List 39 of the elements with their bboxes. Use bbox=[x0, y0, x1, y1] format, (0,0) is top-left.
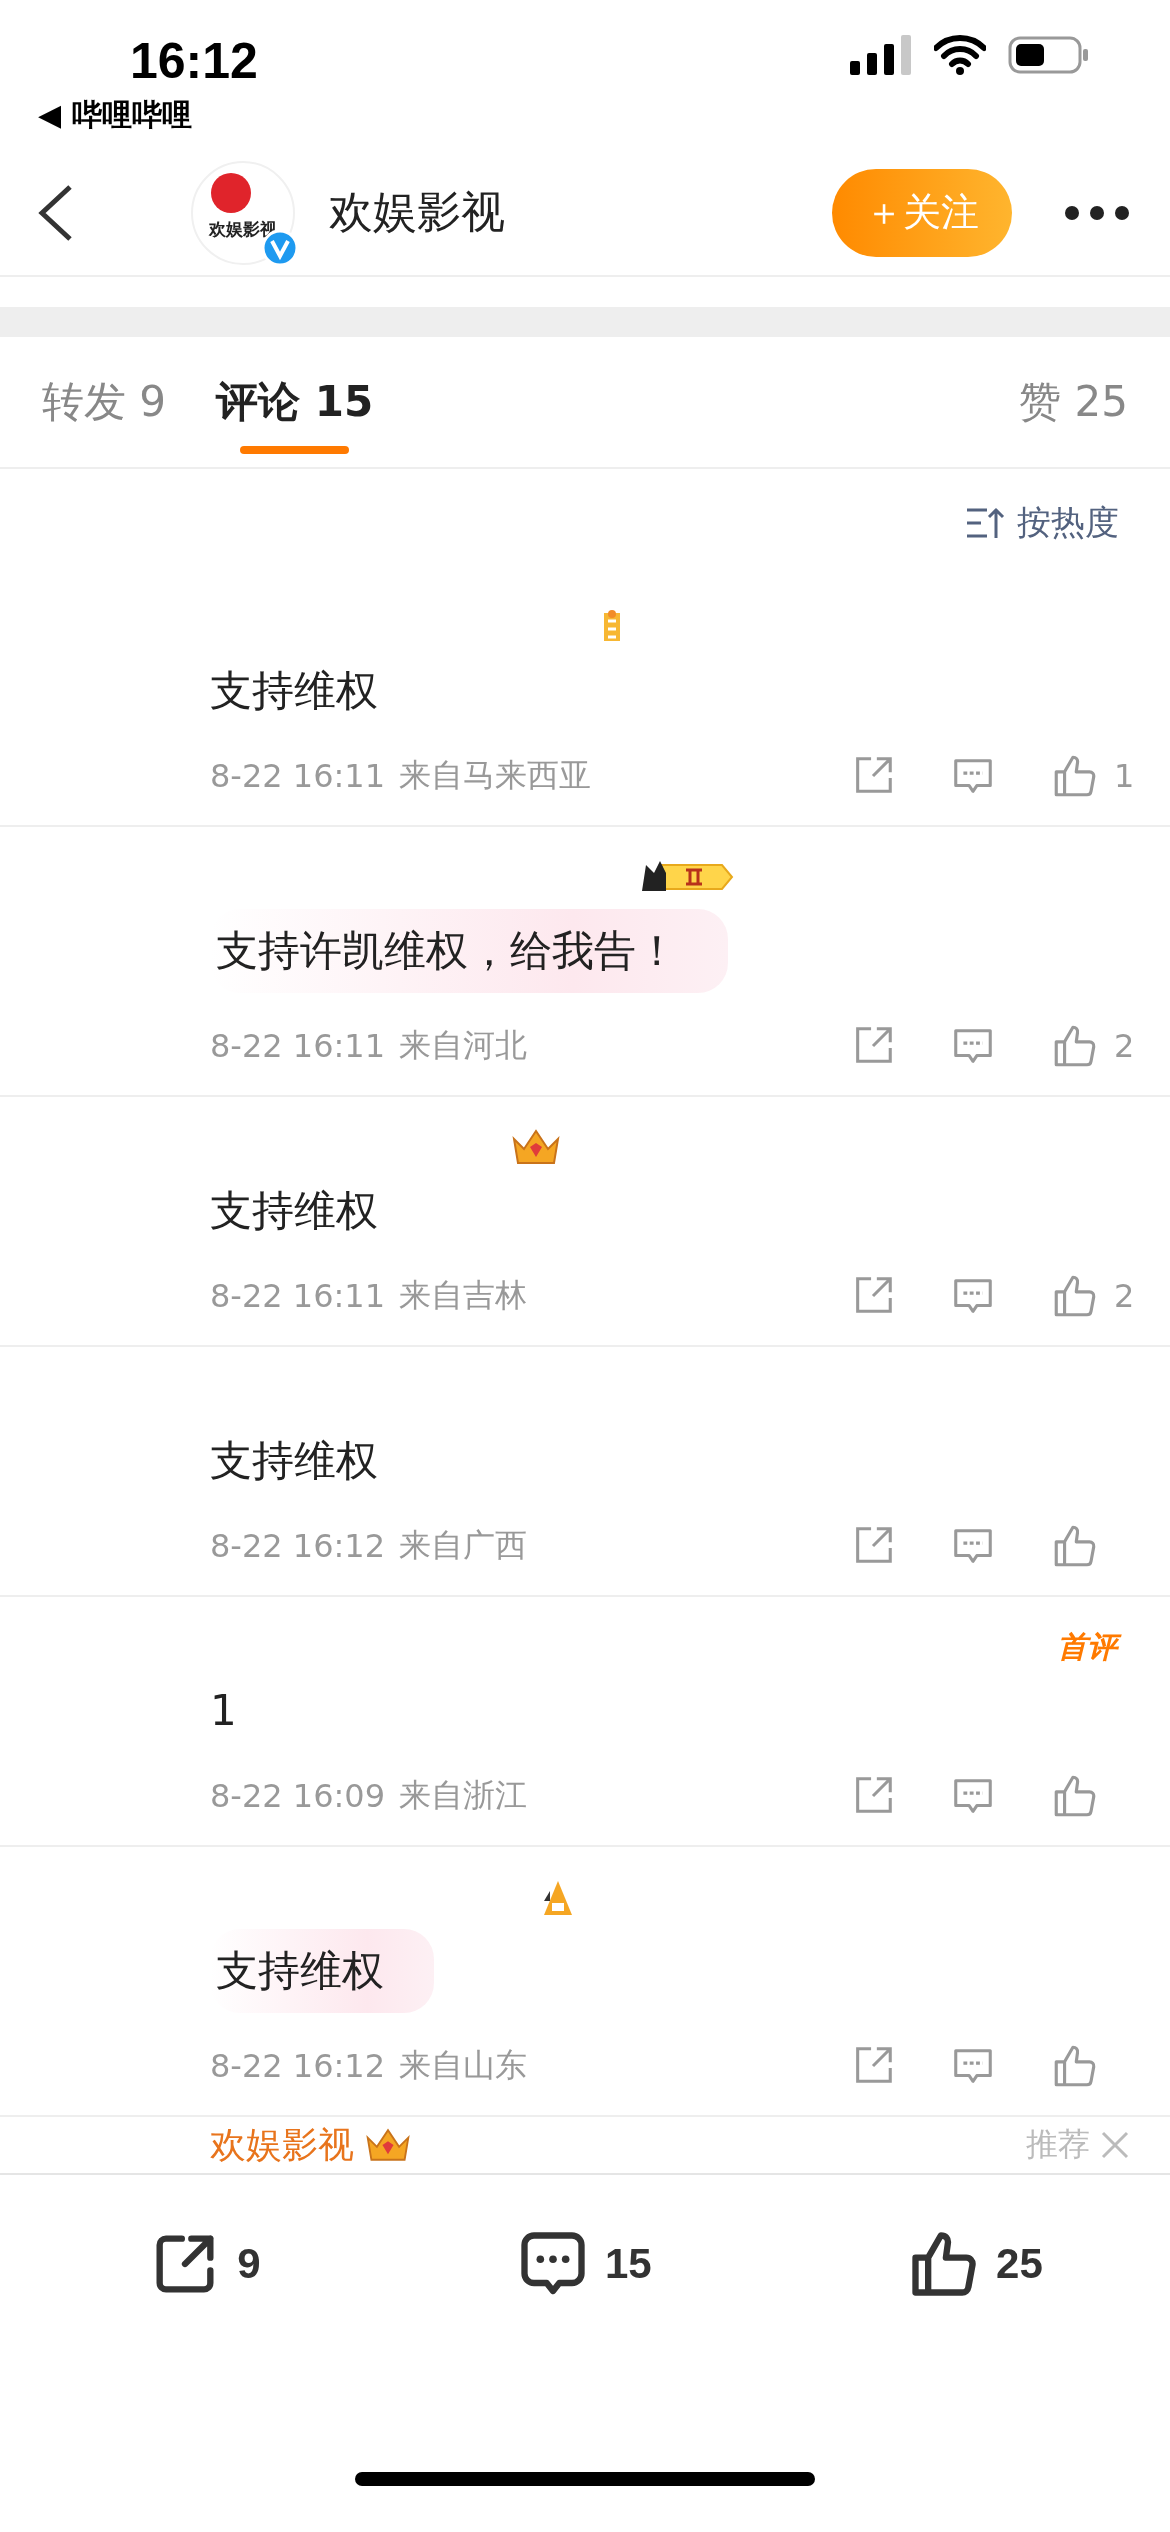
comment-text: 1 bbox=[210, 1685, 237, 1737]
tab[interactable]: 赞 25 bbox=[1019, 350, 1128, 454]
comment-text: 支持维权 bbox=[210, 1185, 378, 1237]
like-count: 1 bbox=[1114, 757, 1135, 795]
comment-time: 8-22 16:09 bbox=[210, 1777, 385, 1815]
repost-button[interactable]: 9 bbox=[141, 2225, 267, 2303]
close-icon[interactable] bbox=[1100, 2130, 1130, 2160]
tab[interactable]: 转发 9 bbox=[42, 350, 167, 454]
comment-time: 8-22 16:11 bbox=[210, 757, 385, 795]
comment-button[interactable]: 15 bbox=[508, 2225, 658, 2303]
like-count: 2 bbox=[1114, 1027, 1135, 1065]
more-icon[interactable] bbox=[1064, 204, 1130, 221]
comment-text: 支持维权 bbox=[210, 1435, 378, 1487]
comment-time: 8-22 16:12 bbox=[210, 1527, 385, 1565]
first-comment-label: 首评 bbox=[1053, 1625, 1125, 1669]
like-button[interactable]: 25 bbox=[900, 2225, 1049, 2303]
battery-icon bbox=[1008, 35, 1090, 75]
account-name[interactable]: 欢娱影视 bbox=[329, 183, 832, 242]
back-to-app-link[interactable]: ◀ 哔哩哔哩 bbox=[38, 95, 192, 136]
comment-time: 8-22 16:11 bbox=[210, 1277, 385, 1315]
comment-location: 来自广西 bbox=[399, 1525, 527, 1566]
comment-location: 来自浙江 bbox=[399, 1775, 527, 1816]
status-time: 16:12 bbox=[130, 34, 258, 89]
signal-icon bbox=[850, 35, 912, 75]
comment-time: 8-22 16:11 bbox=[210, 1027, 385, 1065]
logo-circle-icon bbox=[211, 172, 251, 213]
comment-location: 来自河北 bbox=[399, 1025, 527, 1066]
comment-text: 支持维权 bbox=[210, 665, 378, 717]
comment-time: 8-22 16:12 bbox=[210, 2047, 385, 2085]
crown-icon bbox=[510, 1127, 562, 1167]
recommended-label: 推荐 bbox=[1026, 2124, 1090, 2165]
sort-icon bbox=[965, 506, 1005, 540]
comment-location: 来自山东 bbox=[399, 2045, 527, 2086]
sort-button[interactable]: 按热度 bbox=[959, 499, 1125, 547]
wifi-icon bbox=[934, 35, 986, 75]
like-count: 2 bbox=[1114, 1277, 1135, 1315]
tab[interactable]: 评论 15 bbox=[216, 350, 374, 454]
comment-location: 来自马来西亚 bbox=[399, 755, 591, 796]
comment-location: 来自吉林 bbox=[399, 1275, 527, 1316]
